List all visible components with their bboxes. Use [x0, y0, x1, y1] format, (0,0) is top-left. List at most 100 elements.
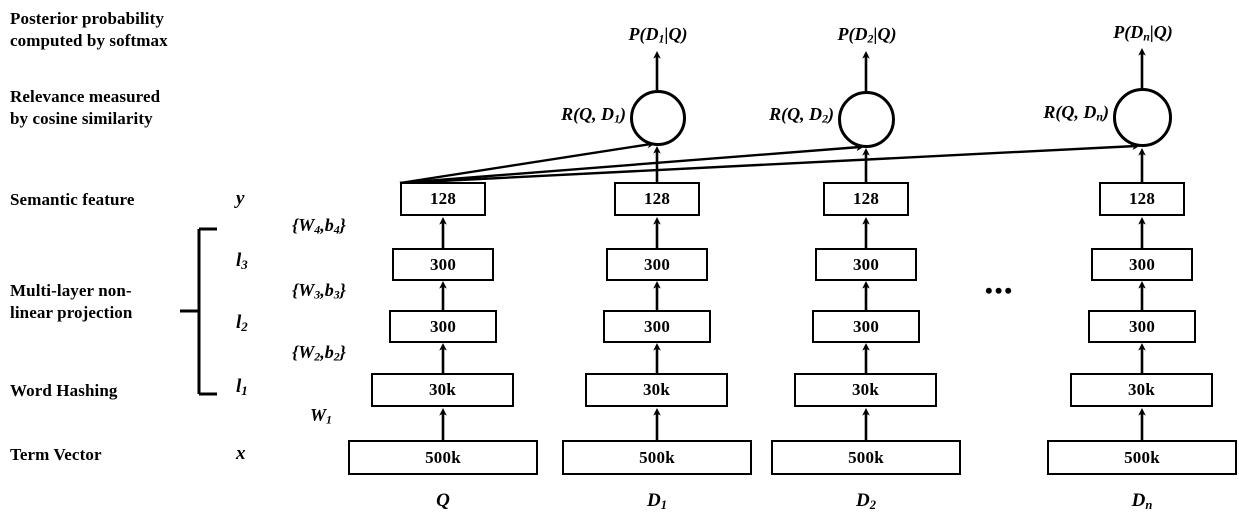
doc1-semantic-value: 128: [643, 189, 671, 208]
docn-semantic-value: 128: [1128, 189, 1156, 208]
symbol-l1: l1: [236, 376, 248, 399]
docn-hidden3-value: 300: [1128, 254, 1156, 274]
doc2-hidden2-box[interactable]: 300: [812, 310, 920, 343]
query-semantic-box[interactable]: 128: [400, 182, 486, 216]
doc2-prob-tail: |Q): [873, 24, 897, 44]
w3-mid: ,b: [320, 280, 334, 300]
doc1-column-label-text: D: [647, 490, 661, 511]
query-wordhash-box[interactable]: 30k: [371, 373, 514, 407]
docn-column-label-text: D: [1131, 490, 1146, 511]
query-column-label: Q: [398, 490, 488, 512]
docn-hidden2-box[interactable]: 300: [1088, 310, 1196, 343]
docn-prob-sub: n: [1143, 29, 1150, 44]
doc2-relevance-label: R(Q, D2): [666, 104, 834, 127]
doc1-probability-label: P(D1|Q): [578, 24, 738, 47]
docn-rel-head: R(Q, D: [1043, 102, 1097, 122]
symbol-y-text: y: [236, 188, 245, 209]
doc2-rel-head: R(Q, D: [769, 104, 823, 124]
doc2-wordhash-value: 30k: [851, 380, 880, 399]
label-posterior-probability: Posterior probability computed by softma…: [10, 9, 168, 50]
w1-base: W: [310, 405, 327, 425]
symbol-l1-sub: 1: [241, 382, 248, 398]
doc2-column-label-text: D: [856, 490, 870, 511]
docn-hidden2-value: 300: [1128, 316, 1156, 336]
doc2-wordhash-box[interactable]: 30k: [794, 373, 937, 407]
docn-prob-head: P(D: [1113, 22, 1144, 42]
docn-probability-label: P(Dn|Q): [1063, 22, 1223, 45]
docn-relevance-label: R(Q, Dn): [941, 102, 1109, 125]
docn-column-label-sub: n: [1145, 497, 1153, 512]
query-column-label-text: Q: [436, 490, 450, 511]
figure-canvas: Posterior probability computed by softma…: [0, 0, 1239, 532]
symbol-l3-sub: 3: [241, 256, 248, 272]
docn-termvector-value: 500k: [1124, 447, 1160, 467]
doc2-column-label-sub: 2: [869, 497, 876, 512]
doc2-semantic-box[interactable]: 128: [823, 182, 909, 216]
symbol-l2-sub: 2: [241, 318, 248, 334]
doc1-termvector-box[interactable]: 500k: [562, 440, 752, 475]
docn-column-label: Dn: [1097, 490, 1187, 513]
docn-wordhash-value: 30k: [1127, 380, 1156, 399]
doc2-termvector-box[interactable]: 500k: [771, 440, 961, 475]
doc2-semantic-value: 128: [852, 189, 880, 208]
query-hidden2-box[interactable]: 300: [389, 310, 497, 343]
label-multi-layer-projection: Multi-layer non- linear projection: [10, 281, 133, 322]
symbol-l3: l3: [236, 250, 248, 273]
w2-close: }: [339, 342, 346, 362]
doc1-hidden2-value: 300: [643, 316, 671, 336]
columns-ellipsis: •••: [985, 278, 1015, 303]
weight-label-w4: {W4,b4}: [292, 215, 346, 238]
label-word-hashing: Word Hashing: [10, 381, 118, 400]
docn-hidden3-box[interactable]: 300: [1091, 248, 1193, 281]
doc2-hidden3-value: 300: [852, 254, 880, 274]
doc1-wordhash-box[interactable]: 30k: [585, 373, 728, 407]
w3-close: }: [339, 280, 346, 300]
query-termvector-value: 500k: [425, 447, 461, 467]
weight-label-w2: {W2,b2}: [292, 342, 346, 365]
docn-semantic-box[interactable]: 128: [1099, 182, 1185, 216]
doc1-hidden3-value: 300: [643, 254, 671, 274]
docn-termvector-box[interactable]: 500k: [1047, 440, 1237, 475]
symbol-l2: l2: [236, 312, 248, 335]
doc2-probability-label: P(D2|Q): [787, 24, 947, 47]
label-relevance-measure: Relevance measured by cosine similarity: [10, 87, 161, 128]
symbol-x-text: x: [236, 443, 246, 464]
docn-wordhash-box[interactable]: 30k: [1070, 373, 1213, 407]
doc2-relevance-node[interactable]: [838, 91, 895, 148]
query-termvector-box[interactable]: 500k: [348, 440, 538, 475]
w4-close: }: [339, 215, 346, 235]
w4-base: {W: [292, 215, 315, 235]
doc1-column-label: D1: [612, 490, 702, 513]
doc2-hidden2-value: 300: [852, 316, 880, 336]
doc2-rel-tail: ): [828, 104, 834, 124]
doc1-termvector-value: 500k: [639, 447, 675, 467]
label-semantic-feature: Semantic feature: [10, 190, 135, 209]
doc2-column-label: D2: [821, 490, 911, 513]
symbol-y: y: [236, 188, 244, 210]
doc2-prob-head: P(D: [837, 24, 868, 44]
docn-rel-tail: ): [1103, 102, 1109, 122]
doc1-hidden3-box[interactable]: 300: [606, 248, 708, 281]
doc1-prob-tail: |Q): [664, 24, 688, 44]
doc1-hidden2-box[interactable]: 300: [603, 310, 711, 343]
query-hidden2-value: 300: [429, 316, 457, 336]
docn-prob-tail: |Q): [1149, 22, 1173, 42]
doc1-prob-head: P(D: [628, 24, 659, 44]
doc2-hidden3-box[interactable]: 300: [815, 248, 917, 281]
w2-base: {W: [292, 342, 315, 362]
doc1-relevance-label: R(Q, D1): [458, 104, 626, 127]
label-term-vector: Term Vector: [10, 445, 102, 464]
query-hidden3-box[interactable]: 300: [392, 248, 494, 281]
weight-label-w1: W1: [310, 405, 332, 428]
doc1-wordhash-value: 30k: [642, 380, 671, 399]
w4-mid: ,b: [320, 215, 334, 235]
doc1-column-label-sub: 1: [660, 497, 667, 512]
doc1-semantic-box[interactable]: 128: [614, 182, 700, 216]
docn-rel-sub: n: [1096, 109, 1103, 124]
doc1-rel-head: R(Q, D: [561, 104, 615, 124]
w1-sub1: 1: [326, 412, 332, 427]
w3-base: {W: [292, 280, 315, 300]
docn-relevance-node[interactable]: [1113, 88, 1172, 147]
doc2-termvector-value: 500k: [848, 447, 884, 467]
query-hidden3-value: 300: [429, 254, 457, 274]
